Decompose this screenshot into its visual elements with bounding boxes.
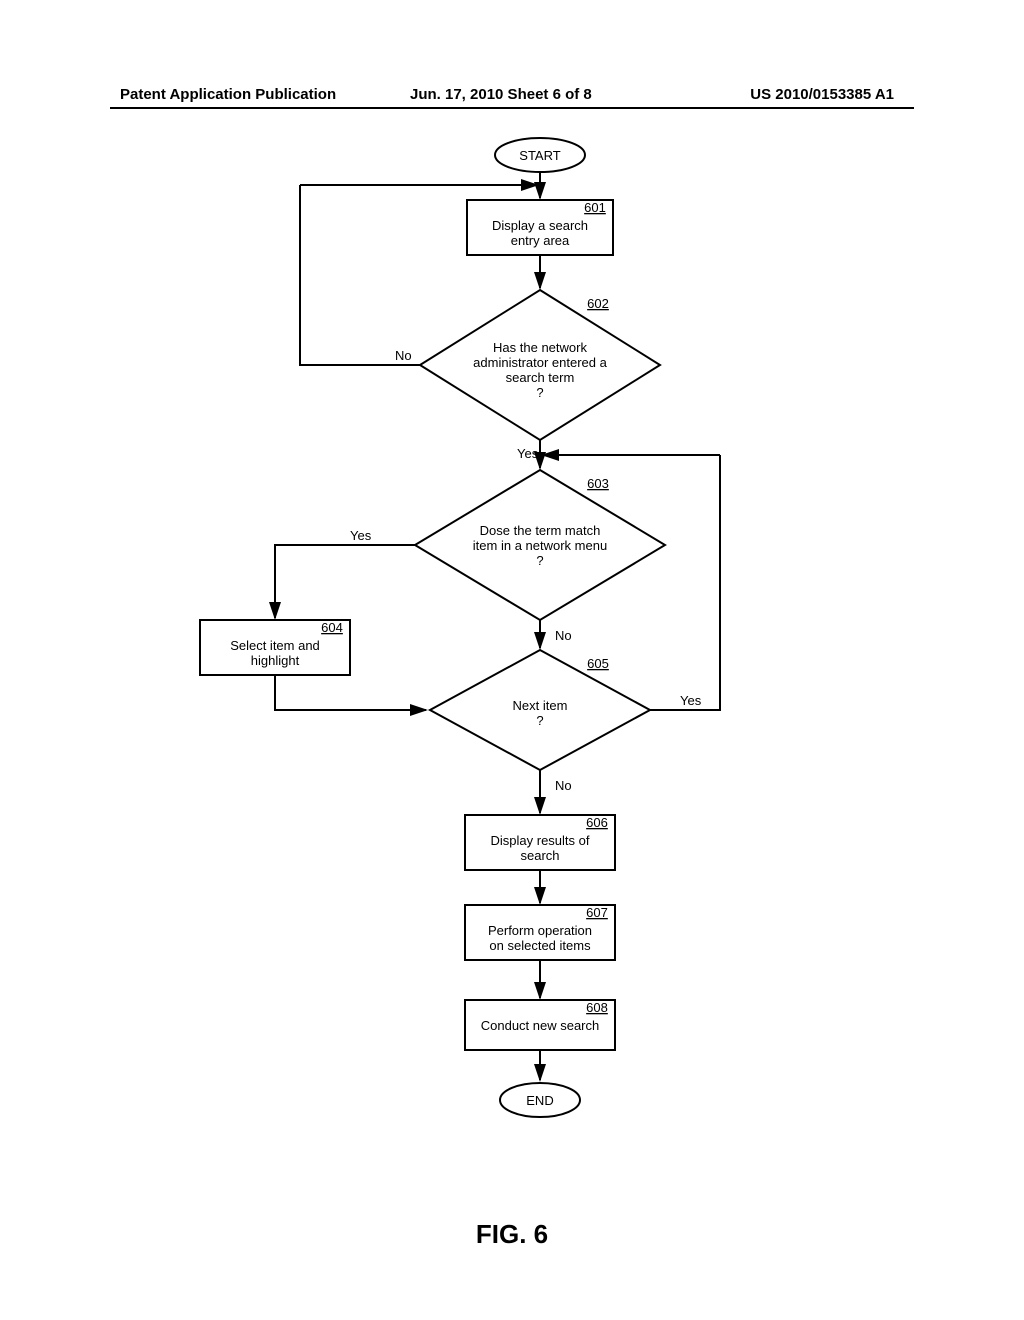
d603-l2: item in a network menu	[473, 538, 607, 553]
ref-608: 608	[586, 1000, 608, 1015]
box-607-line2: on selected items	[489, 938, 591, 953]
box-607-line1: Perform operation	[488, 923, 592, 938]
box-601-line2: entry area	[511, 233, 570, 248]
d603-l3: ?	[536, 553, 543, 568]
d602-l2: administrator entered a	[473, 355, 607, 370]
ref-604: 604	[321, 620, 343, 635]
d602-l4: ?	[536, 385, 543, 400]
d602-yes: Yes	[517, 446, 539, 461]
ref-605: 605	[587, 656, 609, 671]
header-left: Patent Application Publication	[120, 86, 336, 103]
d605-no: No	[555, 778, 572, 793]
d603-l1: Dose the term match	[480, 523, 601, 538]
ref-602: 602	[587, 296, 609, 311]
d605-l2: ?	[536, 713, 543, 728]
d603-yes: Yes	[350, 528, 372, 543]
header-mid: Jun. 17, 2010 Sheet 6 of 8	[410, 86, 592, 103]
box-604-line2: highlight	[251, 653, 300, 668]
box-604-line1: Select item and	[230, 638, 320, 653]
d602-no: No	[395, 348, 412, 363]
ref-601: 601	[584, 200, 606, 215]
box-601-line1: Display a search	[492, 218, 588, 233]
end-label: END	[526, 1093, 553, 1108]
d605-yes: Yes	[680, 693, 702, 708]
box-606-line1: Display results of	[491, 833, 590, 848]
start-label: START	[519, 148, 560, 163]
ref-607: 607	[586, 905, 608, 920]
flowchart: START 601 Display a search entry area 60…	[120, 130, 900, 1180]
header-right: US 2010/0153385 A1	[750, 86, 894, 103]
ref-606: 606	[586, 815, 608, 830]
d602-l3: search term	[506, 370, 575, 385]
d603-no: No	[555, 628, 572, 643]
ref-603: 603	[587, 476, 609, 491]
box-608-line1: Conduct new search	[481, 1018, 600, 1033]
figure-label: FIG. 6	[0, 1219, 1024, 1250]
box-606-line2: search	[520, 848, 559, 863]
d602-l1: Has the network	[493, 340, 587, 355]
header-rule	[110, 107, 914, 109]
d605-l1: Next item	[513, 698, 568, 713]
